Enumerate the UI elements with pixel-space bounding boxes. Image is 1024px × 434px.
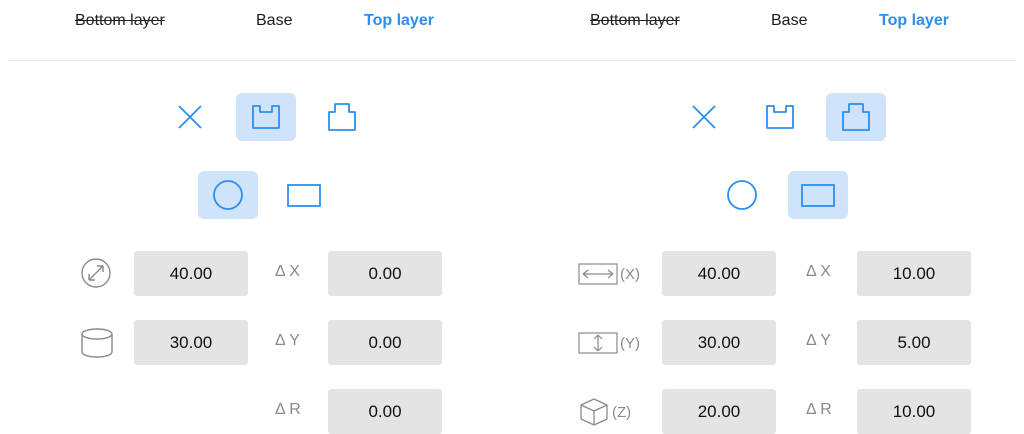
width-symbol: (X)	[578, 262, 640, 286]
delta-x-field-left[interactable]: 0.00	[328, 251, 442, 296]
recess-mode-button-right[interactable]	[750, 93, 810, 141]
rectangle-icon	[801, 184, 835, 207]
delta-y-field-left[interactable]: 0.00	[328, 320, 442, 365]
tab-top-layer-left[interactable]: Top layer	[364, 12, 434, 30]
size-z-field[interactable]: 20.00	[662, 389, 776, 434]
delta-y-label-left: Δ Y	[275, 332, 300, 349]
height-z-symbol: (Z)	[578, 396, 631, 428]
tab-bottom-layer-right[interactable]: Bottom layer	[590, 12, 680, 30]
close-icon	[178, 105, 202, 129]
box-icon	[580, 398, 608, 426]
z-axis-label: (Z)	[612, 403, 632, 421]
size-x-field[interactable]: 40.00	[662, 251, 776, 296]
recess-mode-button-left[interactable]	[236, 93, 296, 141]
size-y-field[interactable]: 30.00	[662, 320, 776, 365]
depth-icon	[578, 332, 618, 354]
rectangle-shape-button-right[interactable]	[788, 171, 848, 219]
diameter-field[interactable]: 40.00	[134, 251, 248, 296]
close-icon	[692, 105, 716, 129]
delta-x-field-right[interactable]: 10.00	[857, 251, 971, 296]
tab-base-right[interactable]: Base	[771, 12, 807, 30]
diameter-symbol	[80, 257, 112, 289]
none-mode-button-right[interactable]	[674, 93, 734, 141]
height-field[interactable]: 30.00	[134, 320, 248, 365]
protrusion-mode-button-left[interactable]	[312, 93, 372, 141]
circle-shape-button-left[interactable]	[198, 171, 258, 219]
none-mode-button-left[interactable]	[160, 93, 220, 141]
x-axis-label: (X)	[620, 265, 640, 283]
y-axis-label: (Y)	[620, 334, 640, 352]
delta-r-label-left: Δ R	[275, 401, 301, 418]
delta-x-label-right: Δ X	[806, 263, 831, 280]
protrusion-mode-button-right[interactable]	[826, 93, 886, 141]
tab-top-layer-right[interactable]: Top layer	[879, 12, 949, 30]
header-divider	[8, 60, 1016, 61]
circle-shape-button-right[interactable]	[712, 171, 772, 219]
recess-icon	[252, 105, 280, 129]
delta-r-field-right[interactable]: 10.00	[857, 389, 971, 434]
delta-r-field-left[interactable]: 0.00	[328, 389, 442, 434]
circle-icon	[727, 180, 757, 210]
height-symbol	[79, 326, 115, 360]
delta-y-field-right[interactable]: 5.00	[857, 320, 971, 365]
depth-symbol: (Y)	[578, 331, 640, 355]
rectangle-shape-button-left[interactable]	[274, 171, 334, 219]
tab-base-left[interactable]: Base	[256, 12, 292, 30]
rectangle-icon	[287, 184, 321, 207]
delta-y-label-right: Δ Y	[806, 332, 831, 349]
protrusion-icon	[328, 103, 356, 131]
tab-bottom-layer-left[interactable]: Bottom layer	[75, 12, 165, 30]
width-icon	[578, 263, 618, 285]
delta-x-label-left: Δ X	[275, 263, 300, 280]
cylinder-icon	[81, 328, 113, 358]
circle-icon	[213, 180, 243, 210]
diameter-icon	[81, 258, 111, 288]
recess-icon	[766, 105, 794, 129]
protrusion-icon	[842, 103, 870, 131]
delta-r-label-right: Δ R	[806, 401, 832, 418]
